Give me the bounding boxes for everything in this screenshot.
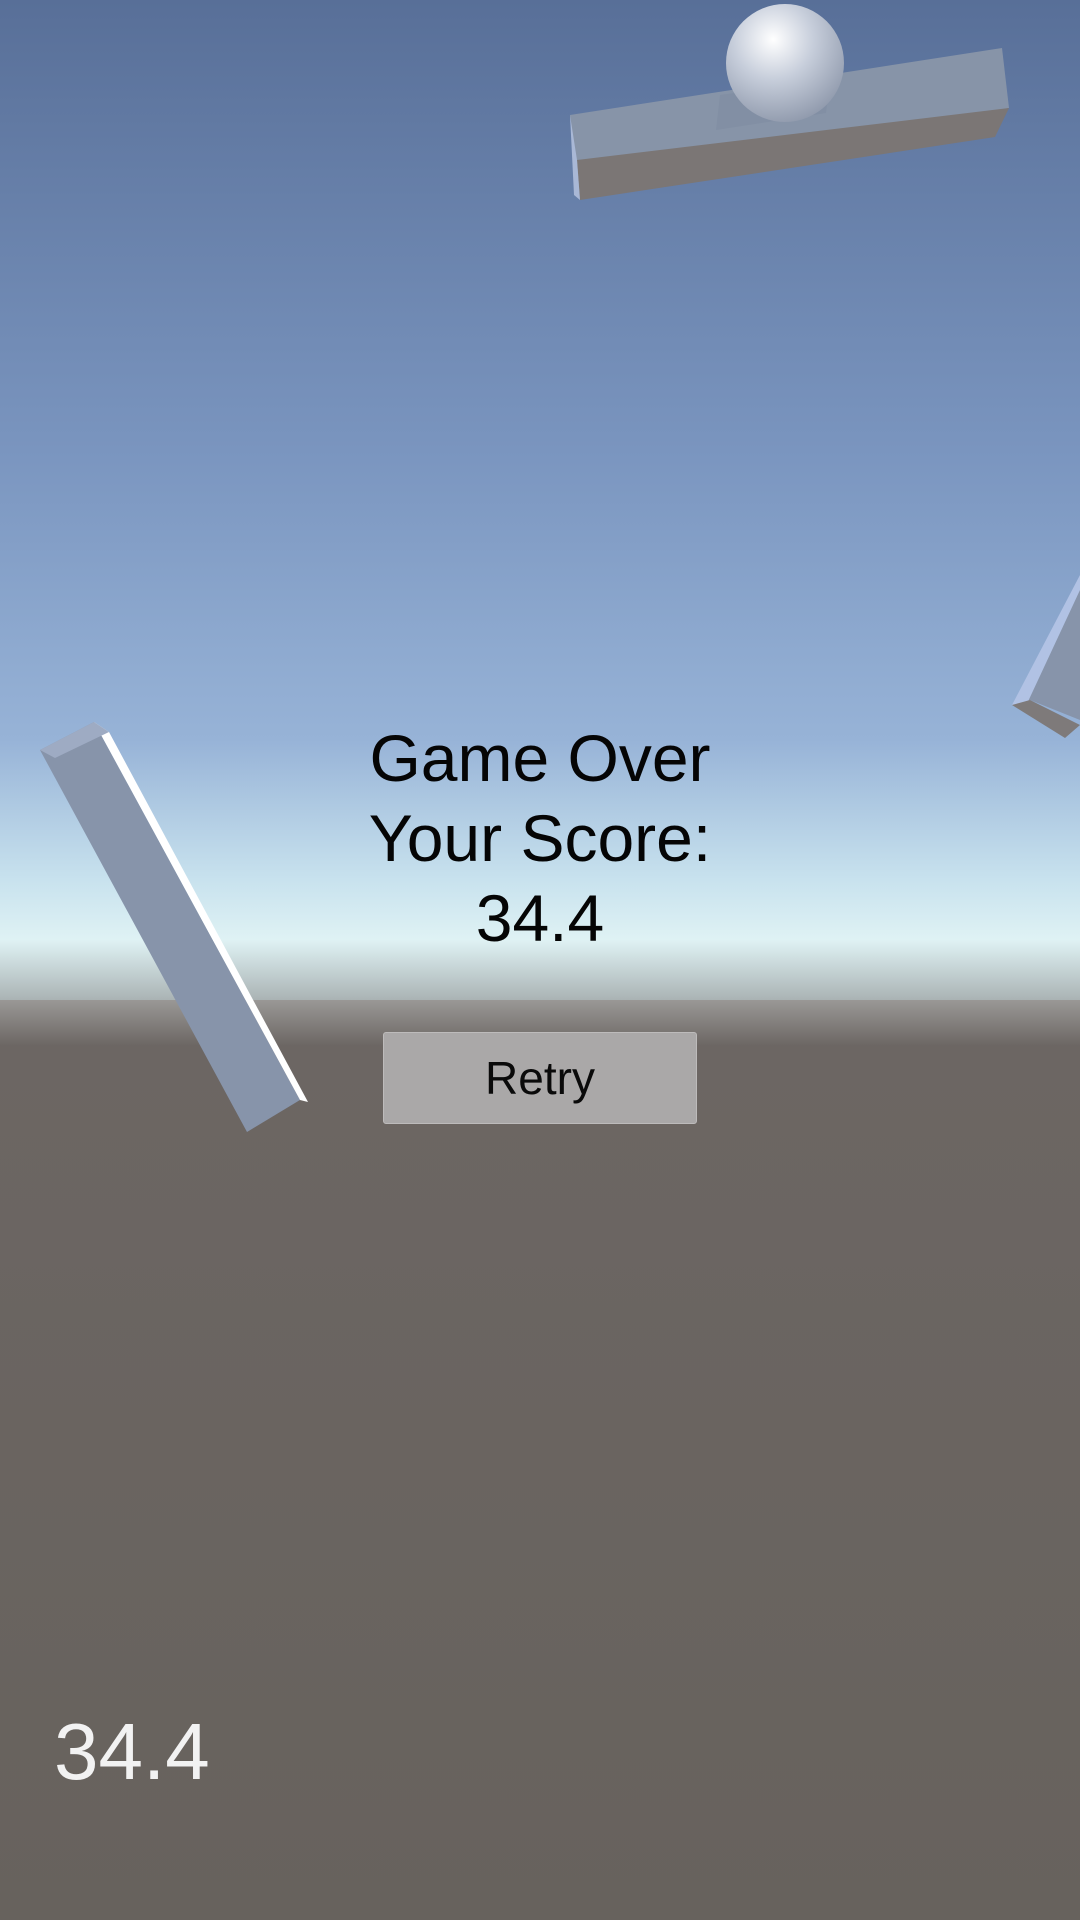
final-score-value: 34.4: [475, 881, 605, 955]
retry-button[interactable]: Retry: [383, 1032, 697, 1124]
hud-score: 34.4: [54, 1707, 210, 1796]
game-over-title: Game Over: [369, 721, 711, 795]
retry-button-label: Retry: [485, 1052, 595, 1104]
score-label: Your Score:: [368, 801, 712, 875]
ball: [726, 4, 844, 122]
game-scene: [0, 0, 1080, 1920]
game-over-panel: Game Over Your Score: 34.4: [290, 718, 790, 958]
